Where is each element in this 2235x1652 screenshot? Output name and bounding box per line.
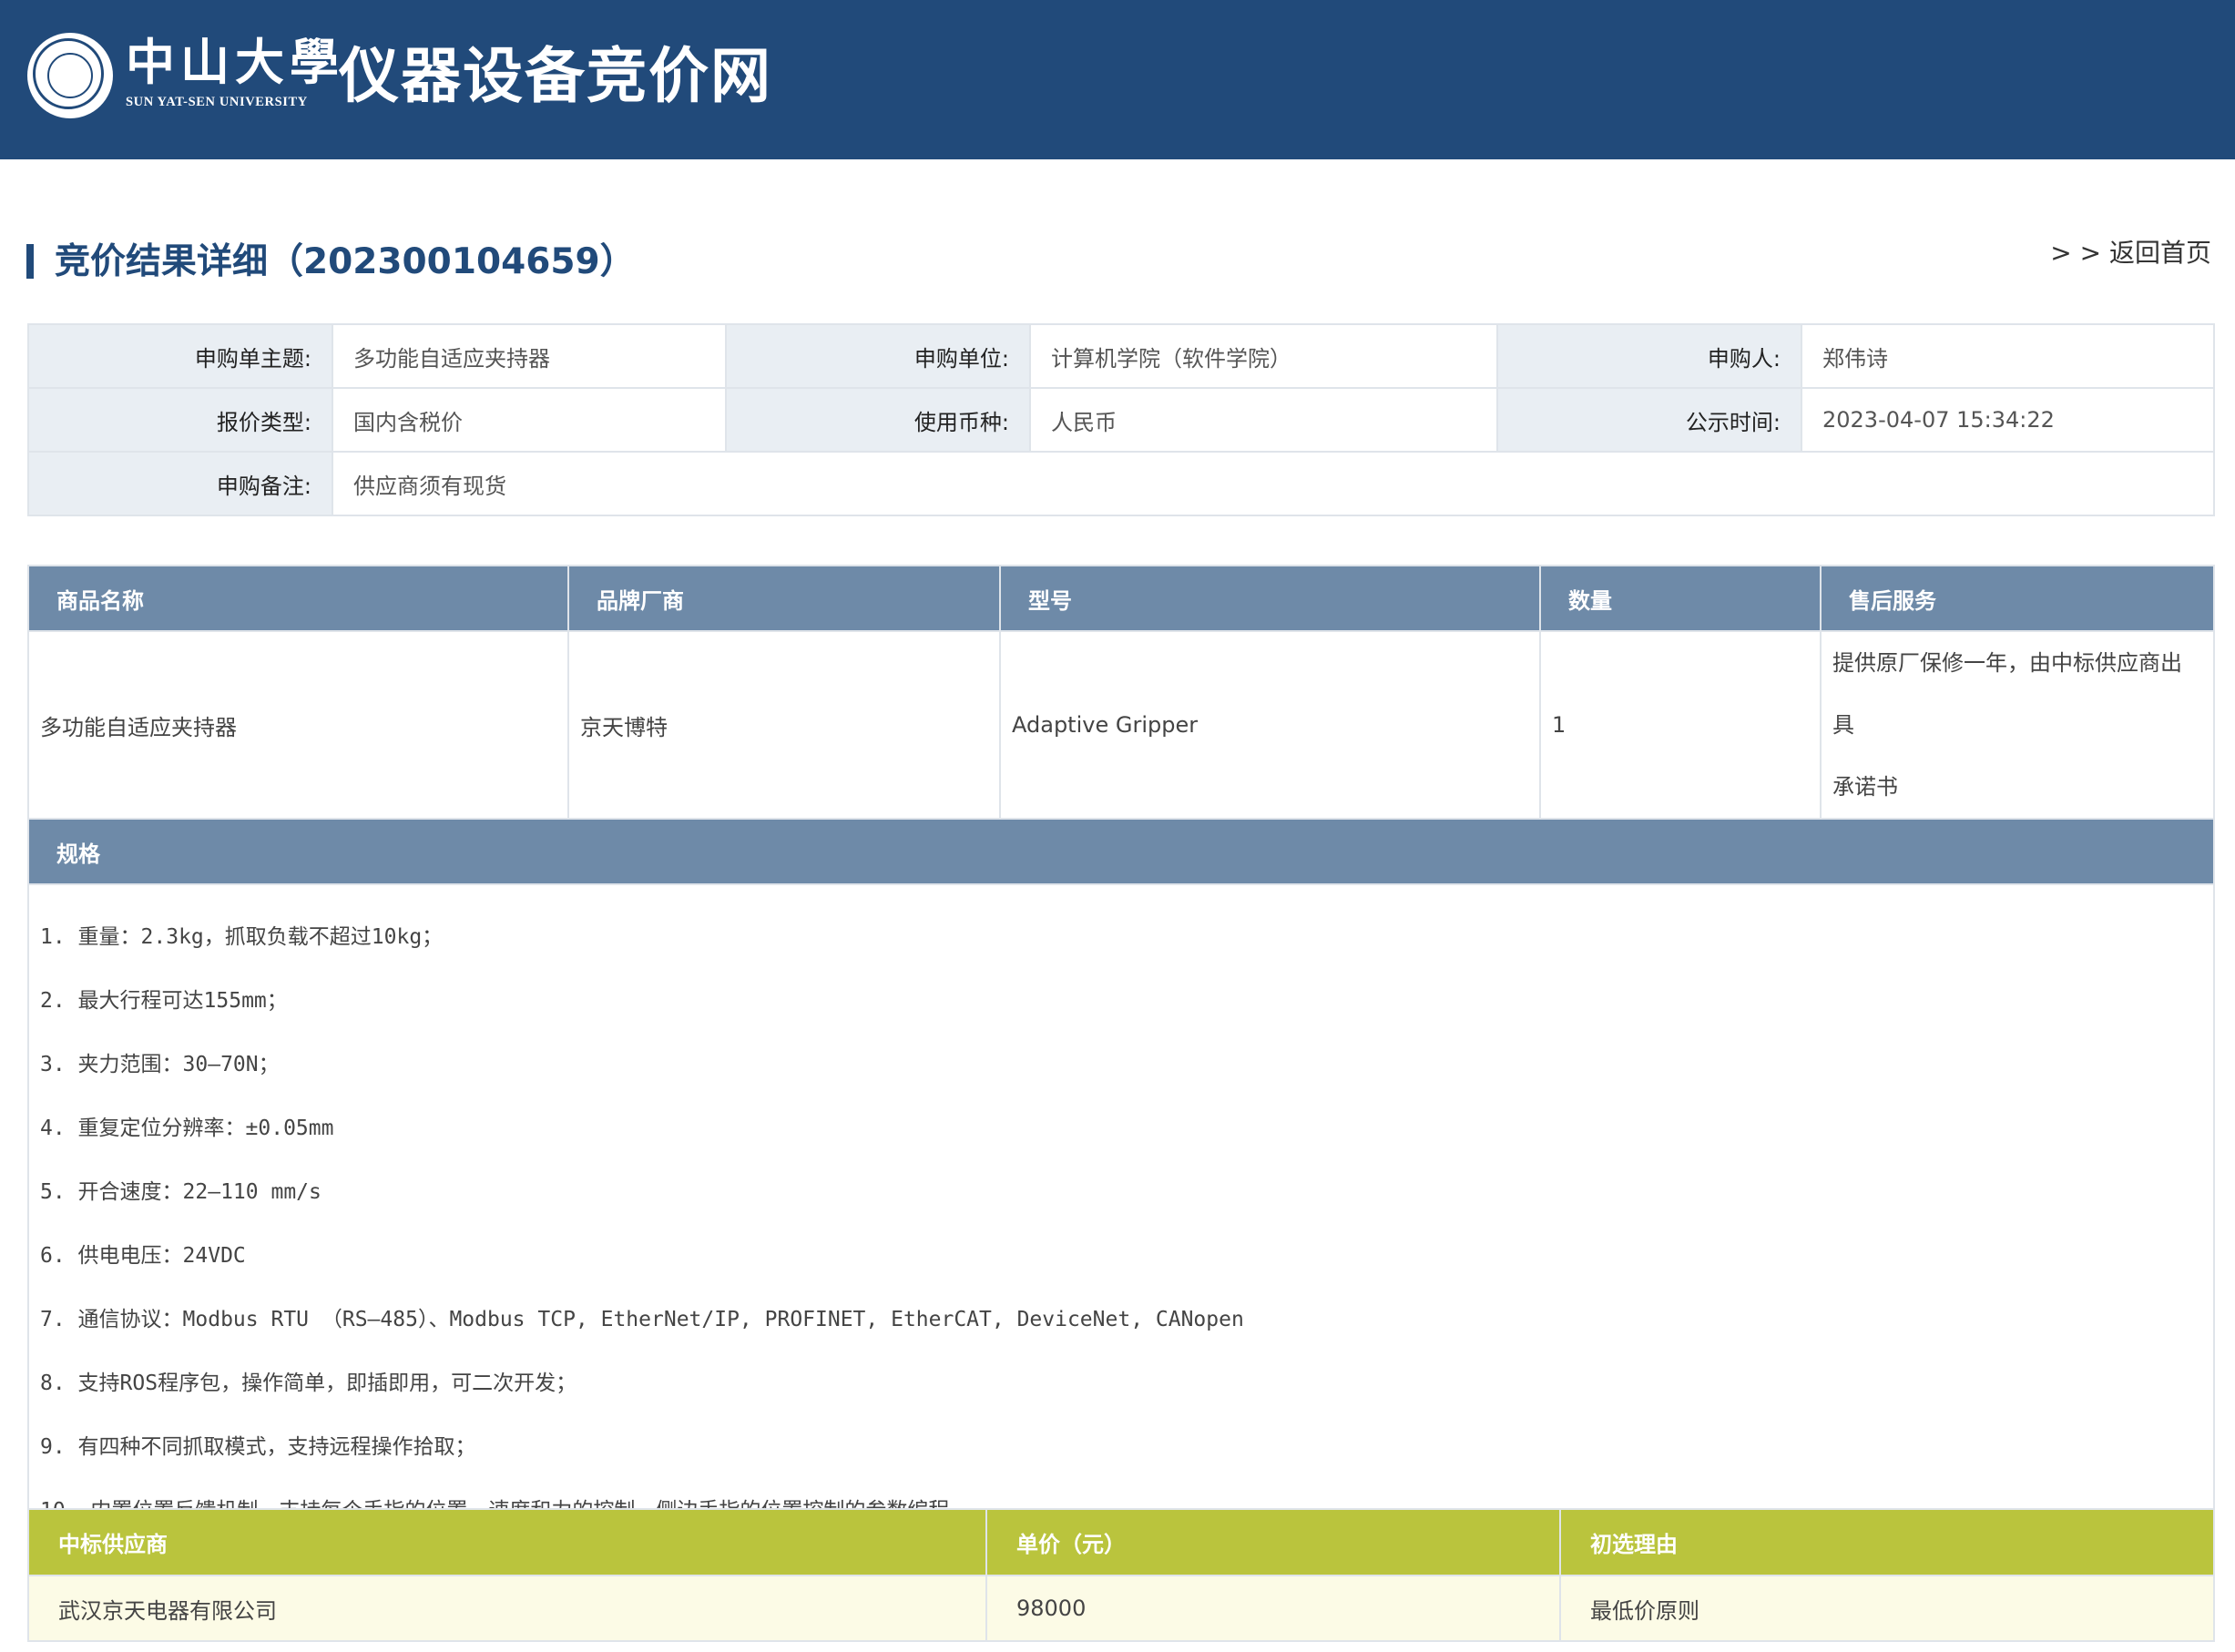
university-seal-icon	[27, 33, 113, 118]
selection-reason: 最低价原则	[1559, 1575, 2215, 1642]
col-header-supplier: 中标供应商	[27, 1508, 987, 1576]
bid-result-table: 中标供应商 单价（元） 初选理由 武汉京天电器有限公司 98000 最低价原则	[27, 1508, 2215, 1642]
applicant-value: 郑伟诗	[1801, 323, 2215, 389]
col-header-price: 单价（元）	[985, 1508, 1561, 1576]
applicant-label: 申购人:	[1496, 323, 1802, 389]
quote-type-label: 报价类型:	[27, 387, 333, 453]
page-title: 竞价结果详细（202300104659）	[55, 241, 636, 282]
title-accent-bar	[26, 244, 34, 279]
publish-time-label: 公示时间:	[1496, 387, 1802, 453]
remark-value: 供应商须有现货	[332, 451, 2215, 516]
goods-table: 商品名称 品牌厂商 型号 数量 售后服务 多功能自适应夹持器 京天博特 Adap…	[27, 565, 2215, 1570]
spec-item: 9. 有四种不同抓取模式，支持远程操作拾取；	[40, 1435, 476, 1459]
goods-service: 提供原厂保修一年，由中标供应商出具 承诺书	[1820, 630, 2215, 820]
col-header-name: 商品名称	[27, 565, 569, 632]
spec-item: 7. 通信协议：Modbus RTU （RS–485）、Modbus TCP, …	[40, 1308, 1244, 1331]
spec-item: 6. 供电电压：24VDC	[40, 1244, 246, 1268]
spec-header-row: 规格	[27, 818, 2215, 885]
spec-item: 8. 支持ROS程序包，操作简单，即插即用，可二次开发；	[40, 1372, 577, 1395]
spec-header: 规格	[27, 818, 2215, 885]
service-line: 承诺书	[1832, 774, 1898, 800]
subject-label: 申购单主题:	[27, 323, 333, 389]
service-line: 提供原厂保修一年，由中标供应商出具	[1832, 650, 2182, 738]
publish-time-value: 2023-04-07 15:34:22	[1801, 387, 2215, 453]
goods-header-row: 商品名称 品牌厂商 型号 数量 售后服务	[27, 565, 2215, 632]
spec-item: 4. 重复定位分辨率：±0.05mm	[40, 1117, 334, 1140]
goods-model: Adaptive Gripper	[999, 630, 1541, 820]
currency-value: 人民币	[1029, 387, 1498, 453]
col-header-model: 型号	[999, 565, 1541, 632]
unit-value: 计算机学院（软件学院）	[1029, 323, 1498, 389]
spec-list: 1. 重量：2.3kg，抓取负载不超过10kg； 2. 最大行程可达155mm；…	[27, 883, 2215, 1570]
col-header-brand: 品牌厂商	[567, 565, 1001, 632]
info-row: 申购单主题: 多功能自适应夹持器 申购单位: 计算机学院（软件学院） 申购人: …	[27, 323, 2215, 389]
goods-name: 多功能自适应夹持器	[27, 630, 569, 820]
subject-value: 多功能自适应夹持器	[332, 323, 727, 389]
site-title[interactable]: 仪器设备竞价网	[339, 40, 772, 113]
winning-supplier: 武汉京天电器有限公司	[27, 1575, 987, 1642]
back-home-link[interactable]: > > 返回首页	[2050, 235, 2211, 271]
result-header-row: 中标供应商 单价（元） 初选理由	[27, 1508, 2215, 1576]
spec-item: 2. 最大行程可达155mm；	[40, 989, 288, 1013]
unit-price: 98000	[985, 1575, 1561, 1642]
university-name-cn: 中山大學	[126, 33, 344, 91]
info-row: 申购备注: 供应商须有现货	[27, 451, 2215, 516]
col-header-service: 售后服务	[1820, 565, 2215, 632]
col-header-reason: 初选理由	[1559, 1508, 2215, 1576]
spec-row: 1. 重量：2.3kg，抓取负载不超过10kg； 2. 最大行程可达155mm；…	[27, 883, 2215, 1570]
purchase-info-table: 申购单主题: 多功能自适应夹持器 申购单位: 计算机学院（软件学院） 申购人: …	[27, 323, 2215, 516]
unit-label: 申购单位:	[725, 323, 1031, 389]
goods-qty: 1	[1539, 630, 1822, 820]
quote-type-value: 国内含税价	[332, 387, 727, 453]
spec-item: 3. 夹力范围：30–70N；	[40, 1053, 280, 1076]
currency-label: 使用币种:	[725, 387, 1031, 453]
spec-item: 1. 重量：2.3kg，抓取负载不超过10kg；	[40, 925, 444, 949]
seal-core	[47, 53, 93, 98]
info-row: 报价类型: 国内含税价 使用币种: 人民币 公示时间: 2023-04-07 1…	[27, 387, 2215, 453]
university-name-en: SUN YAT-SEN UNIVERSITY	[126, 95, 308, 109]
spec-item: 5. 开合速度：22–110 mm/s	[40, 1180, 321, 1204]
remark-label: 申购备注:	[27, 451, 333, 516]
site-header: 中山大學 SUN YAT-SEN UNIVERSITY 仪器设备竞价网	[0, 0, 2235, 159]
col-header-qty: 数量	[1539, 565, 1822, 632]
table-row: 多功能自适应夹持器 京天博特 Adaptive Gripper 1 提供原厂保修…	[27, 630, 2215, 820]
table-row: 武汉京天电器有限公司 98000 最低价原则	[27, 1575, 2215, 1642]
goods-brand: 京天博特	[567, 630, 1001, 820]
